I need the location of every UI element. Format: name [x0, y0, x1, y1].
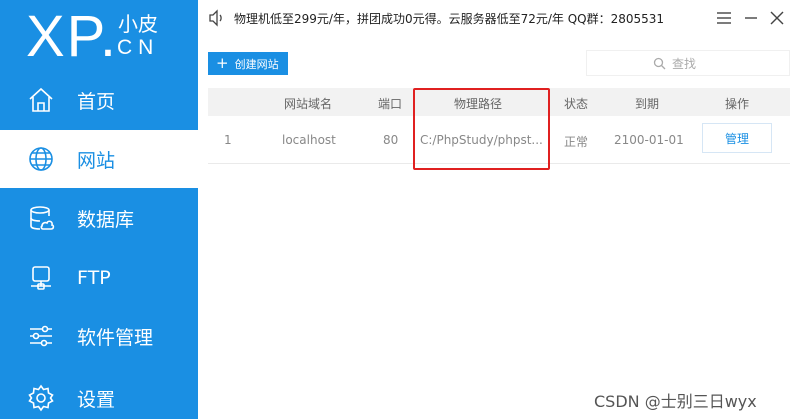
column-header-status: 状态 [564, 97, 589, 111]
menu-icon[interactable] [714, 8, 734, 28]
speaker-icon [208, 9, 226, 27]
row-index: 1 [224, 133, 232, 147]
gear-icon [26, 383, 56, 413]
watermark: CSDN @士别三日wyx [594, 392, 757, 411]
logo-small: 小皮 [118, 12, 158, 36]
top-bar: 物理机低至299元/年，拼团成功0元得。云服务器低至72元/年 QQ群：2805… [198, 0, 790, 38]
sidebar: XP. 小皮 CN 首页 网站 数据库 FTP 软件管理 设置 [0, 0, 198, 419]
sidebar-item-label: 数据库 [77, 208, 135, 231]
globe-icon [26, 144, 56, 174]
logo-sub: CN [117, 36, 160, 59]
row-port: 80 [383, 133, 399, 147]
minimize-icon[interactable] [741, 8, 761, 28]
sidebar-item-settings[interactable]: 设置 [0, 369, 198, 419]
column-header-expiry: 到期 [635, 97, 660, 111]
create-website-button[interactable]: + 创建网站 [208, 52, 288, 75]
manage-button[interactable]: 管理 [702, 123, 772, 153]
sidebar-item-software[interactable]: 软件管理 [0, 307, 198, 365]
create-website-label: 创建网站 [234, 57, 279, 71]
path-highlight-box [413, 88, 550, 170]
sidebar-item-database[interactable]: 数据库 [0, 189, 198, 247]
row-expiry: 2100-01-01 [614, 133, 684, 147]
home-icon [26, 85, 56, 115]
sidebar-item-label: 设置 [77, 388, 116, 411]
sidebar-item-label: 首页 [77, 90, 116, 113]
close-icon[interactable] [767, 8, 787, 28]
sidebar-item-website[interactable]: 网站 [0, 130, 198, 188]
database-icon [26, 203, 56, 233]
search-box[interactable] [586, 50, 790, 76]
column-header-action: 操作 [725, 97, 750, 111]
sidebar-item-label: 网站 [77, 149, 116, 172]
sidebar-item-label: 软件管理 [77, 326, 154, 349]
row-status: 正常 [564, 135, 589, 149]
sidebar-item-label: FTP [77, 267, 111, 289]
column-header-domain: 网站域名 [284, 97, 333, 111]
search-input[interactable] [672, 55, 782, 73]
app-logo: XP. 小皮 CN [0, 0, 198, 80]
sidebar-item-ftp[interactable]: FTP [0, 249, 198, 307]
sliders-icon [26, 321, 56, 351]
column-header-port: 端口 [378, 97, 403, 111]
search-icon [653, 57, 666, 70]
row-domain: localhost [282, 133, 336, 147]
ftp-server-icon [26, 263, 56, 293]
logo-main: XP. [26, 4, 119, 69]
plus-icon: + [216, 54, 229, 72]
announcement-text: 物理机低至299元/年，拼团成功0元得。云服务器低至72元/年 QQ群：2805… [234, 12, 665, 26]
sidebar-item-home[interactable]: 首页 [0, 71, 198, 129]
